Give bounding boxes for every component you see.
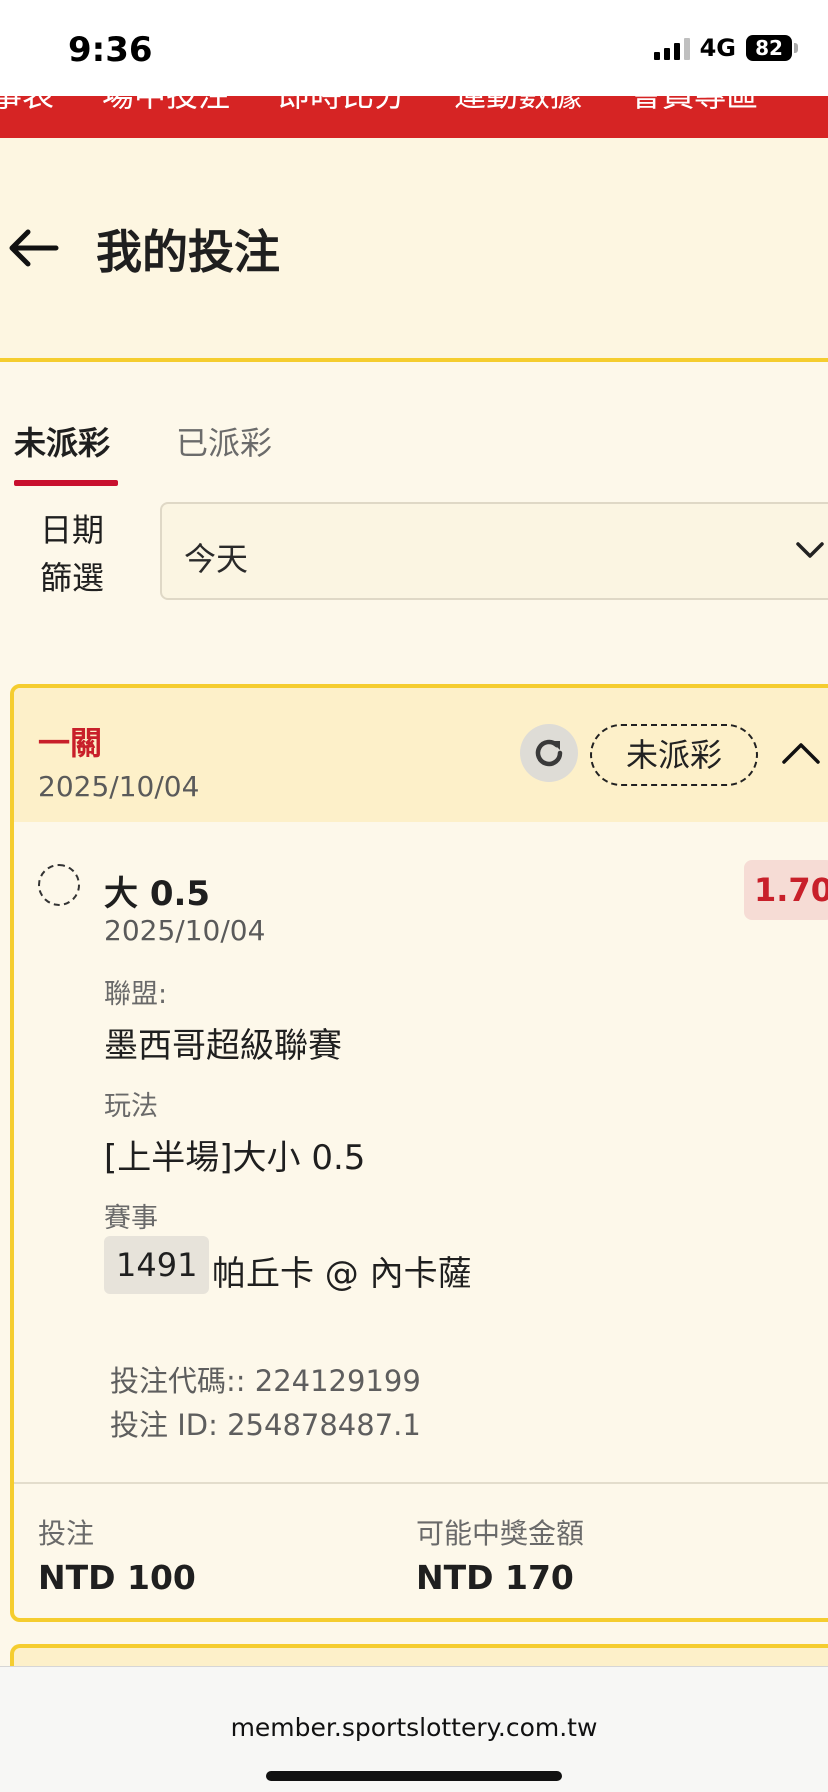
bet-type: 一關: [38, 724, 103, 762]
network-type: 4G: [699, 34, 736, 62]
date-filter-label: 日期篩選: [40, 511, 105, 597]
status-indicators: 4G 82: [653, 34, 798, 62]
match-id-badge: 1491: [104, 1236, 210, 1294]
page-header: 我的投注: [0, 138, 828, 362]
status-badge: 未派彩: [590, 724, 758, 786]
play-value: [上半場]大小 0.5: [104, 1138, 366, 1178]
nav-item[interactable]: 事表: [0, 96, 54, 116]
url-bar[interactable]: member.sportslottery.com.tw: [0, 1713, 828, 1742]
bet-tabs: 未派彩 已派彩: [0, 410, 828, 486]
league-value: 墨西哥超級聯賽: [104, 1026, 342, 1066]
chevron-down-icon: [796, 542, 824, 558]
tab-settled[interactable]: 已派彩: [176, 418, 272, 464]
nav-item[interactable]: 場中投注: [102, 96, 230, 116]
status-bar: 9:36 4G 82: [0, 0, 828, 96]
signal-icon: [653, 36, 690, 60]
date-filter-value: 今天: [184, 540, 249, 578]
bet-card: 一關 2025/10/04 未派彩 大 0.5 2025/10/04 1.70 …: [10, 684, 828, 1622]
nav-item[interactable]: 會員專區: [630, 96, 758, 116]
bet-card-header: 一關 2025/10/04 未派彩: [14, 688, 828, 822]
selection-status-icon: [38, 864, 80, 906]
stake-label: 投注: [38, 1517, 95, 1550]
nav-item[interactable]: 運動數據: [454, 96, 582, 116]
selection-name: 大 0.5: [104, 874, 211, 914]
bet-code: 投注代碼:: 224129199: [110, 1364, 421, 1398]
back-arrow-icon[interactable]: [4, 226, 60, 270]
play-label: 玩法: [104, 1091, 158, 1122]
league-label: 聯盟:: [104, 979, 168, 1010]
date-filter-select[interactable]: 今天: [160, 502, 828, 600]
potential-win-label: 可能中獎金額: [416, 1517, 585, 1550]
nav-item[interactable]: 即時比分: [278, 96, 406, 116]
chevron-up-icon[interactable]: [780, 738, 822, 768]
refresh-button[interactable]: [520, 724, 578, 782]
tab-unsettled[interactable]: 未派彩: [14, 418, 119, 486]
divider: [14, 1482, 828, 1484]
potential-win-value: NTD 170: [416, 1558, 574, 1597]
bet-id: 投注 ID: 254878487.1: [110, 1408, 421, 1442]
battery-icon: 82: [746, 35, 798, 61]
bet-date: 2025/10/04: [38, 770, 200, 803]
refresh-icon: [535, 739, 563, 767]
match-label: 賽事: [104, 1203, 158, 1234]
top-nav: 事表 場中投注 即時比分 運動數據 會員專區: [0, 96, 828, 138]
match-teams: 帕丘卡 @ 內卡薩: [212, 1254, 472, 1294]
stake-value: NTD 100: [38, 1558, 196, 1597]
home-indicator: [266, 1771, 562, 1781]
page-title: 我的投注: [96, 225, 280, 279]
selection-date: 2025/10/04: [104, 914, 266, 947]
odds-badge: 1.70: [744, 860, 828, 920]
browser-bar: member.sportslottery.com.tw: [0, 1666, 828, 1792]
status-time: 9:36: [68, 30, 153, 70]
